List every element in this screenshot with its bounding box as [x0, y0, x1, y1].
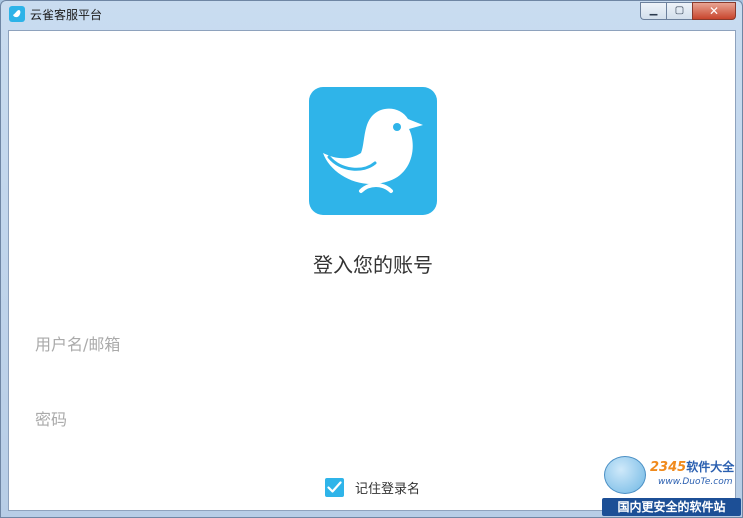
app-window: 云雀客服平台 ▁ ▢ ✕ 登入您的账号 用户名/邮箱 记住登录名 [0, 0, 743, 518]
remember-label: 记住登录名 [355, 482, 421, 497]
title-bar[interactable]: 云雀客服平台 ▁ ▢ ✕ [1, 1, 742, 28]
bird-icon [9, 6, 25, 22]
password-input[interactable] [35, 404, 711, 434]
watermark-url: www.DuoTe.com [658, 477, 733, 487]
remember-checkbox[interactable] [325, 478, 344, 497]
minimize-icon: ▁ [649, 5, 658, 16]
close-icon: ✕ [708, 4, 720, 18]
bird-logo-icon [309, 87, 437, 215]
minimize-button[interactable]: ▁ [640, 2, 666, 20]
mascot-icon [604, 456, 646, 494]
check-icon [327, 481, 342, 493]
watermark-brand-text: 软件大全 [686, 460, 735, 474]
username-input[interactable] [35, 329, 711, 359]
maximize-icon: ▢ [674, 5, 685, 16]
watermark-brand-number: 2345 [650, 460, 687, 475]
maximize-button[interactable]: ▢ [666, 2, 692, 20]
login-panel: 登入您的账号 记住登录名 [8, 30, 736, 511]
window-title: 云雀客服平台 [30, 8, 103, 22]
remember-login-option[interactable]: 记住登录名 [325, 478, 420, 497]
watermark-brand: 2345软件大全 [650, 458, 734, 475]
watermark-slogan: 国内更安全的软件站 [602, 498, 741, 516]
login-heading: 登入您的账号 [313, 253, 433, 277]
site-watermark: 2345软件大全 www.DuoTe.com 国内更安全的软件站 [598, 452, 743, 518]
caption-buttons: ▁ ▢ ✕ [640, 2, 736, 20]
close-button[interactable]: ✕ [692, 2, 736, 20]
